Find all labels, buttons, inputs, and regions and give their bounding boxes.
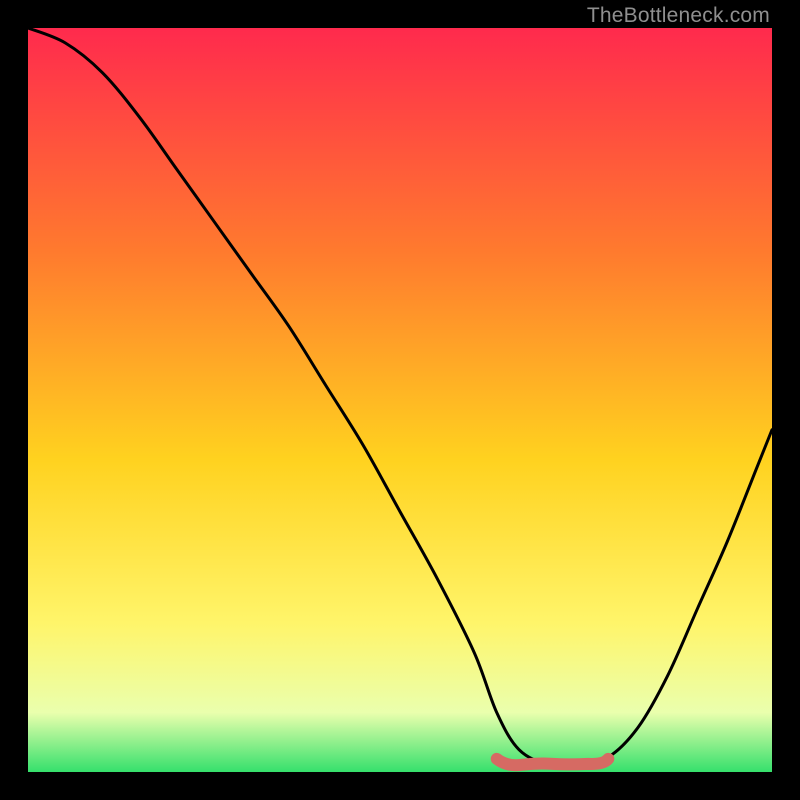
optimal-range-marker (497, 759, 609, 765)
chart-frame (28, 28, 772, 772)
gradient-background (28, 28, 772, 772)
watermark-text: TheBottleneck.com (587, 4, 770, 28)
bottleneck-chart (28, 28, 772, 772)
